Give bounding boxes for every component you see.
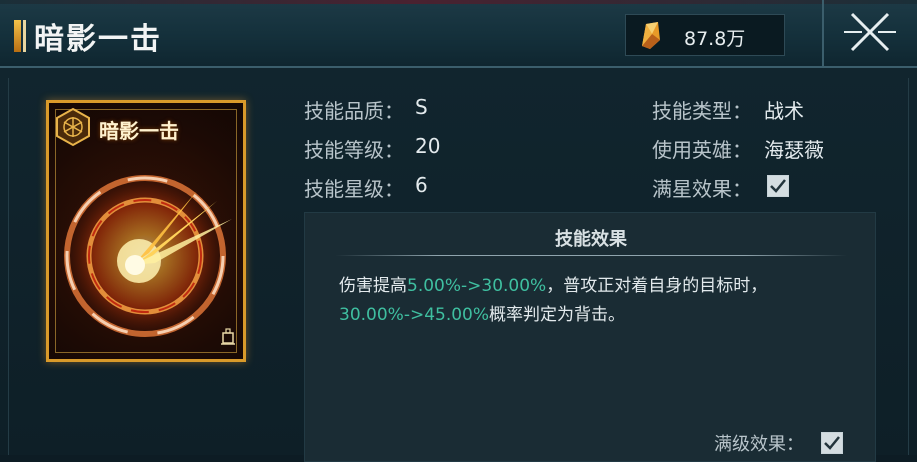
- page-title: 暗影一击: [34, 22, 162, 57]
- bell-icon: [221, 328, 235, 345]
- effect-text: ，普攻正对着自身的目标时，: [546, 276, 768, 296]
- max-level-label: 满级效果：: [714, 434, 804, 455]
- effect-title: 技能效果: [555, 229, 627, 250]
- frame-line-left: [8, 78, 9, 455]
- skill-type-value: 战术: [764, 99, 804, 123]
- effect-line-2: 30.00%->45.00%概率判定为背击。: [339, 300, 625, 325]
- skill-effect-panel: 技能效果 伤害提高5.00%->30.00%，普攻正对着自身的目标时， 30.0…: [304, 212, 876, 462]
- effect-highlight-value: 30.00%->45.00%: [339, 305, 490, 325]
- skill-star-value: 6: [415, 173, 428, 197]
- skill-quality-value: S: [415, 95, 428, 119]
- max-star-label: 满星效果：: [652, 177, 752, 201]
- close-icon: [844, 12, 896, 52]
- close-button[interactable]: [838, 4, 902, 60]
- checkmark-icon: [770, 179, 786, 193]
- skill-type-label: 技能类型：: [652, 99, 752, 123]
- crystal-icon: [642, 22, 660, 49]
- skill-level-value: 20: [415, 134, 441, 158]
- skill-quality-label: 技能品质：: [304, 99, 404, 123]
- hero-label: 使用英雄：: [652, 138, 752, 162]
- close-divider: [822, 0, 824, 66]
- currency-value: 87.8万: [684, 28, 746, 50]
- title-accent: [14, 20, 21, 52]
- effect-line-1: 伤害提高5.00%->30.00%，普攻正对着自身的目标时，: [339, 271, 767, 296]
- skill-level-label: 技能等级：: [304, 138, 404, 162]
- effect-highlight-value: 5.00%->30.00%: [407, 276, 547, 296]
- max-level-checkbox[interactable]: [821, 432, 843, 454]
- shadow-strike-art: [59, 170, 232, 341]
- effect-text: 伤害提高: [339, 276, 407, 296]
- emblem-icon: [56, 107, 90, 147]
- hero-value: 海瑟薇: [764, 138, 824, 162]
- frame-line-right: [908, 78, 909, 455]
- currency-display: 87.8万: [625, 14, 785, 56]
- skill-card[interactable]: 暗影一击: [46, 100, 246, 362]
- effect-divider: [335, 255, 847, 256]
- card-name: 暗影一击: [99, 119, 179, 143]
- max-star-checkbox[interactable]: [767, 175, 789, 197]
- title-accent-stripe: [23, 20, 26, 52]
- effect-text: 概率判定为背击。: [489, 305, 626, 325]
- header-bar: 暗影一击 87.8万: [0, 0, 917, 68]
- checkmark-icon: [824, 436, 840, 450]
- skill-star-label: 技能星级：: [304, 177, 404, 201]
